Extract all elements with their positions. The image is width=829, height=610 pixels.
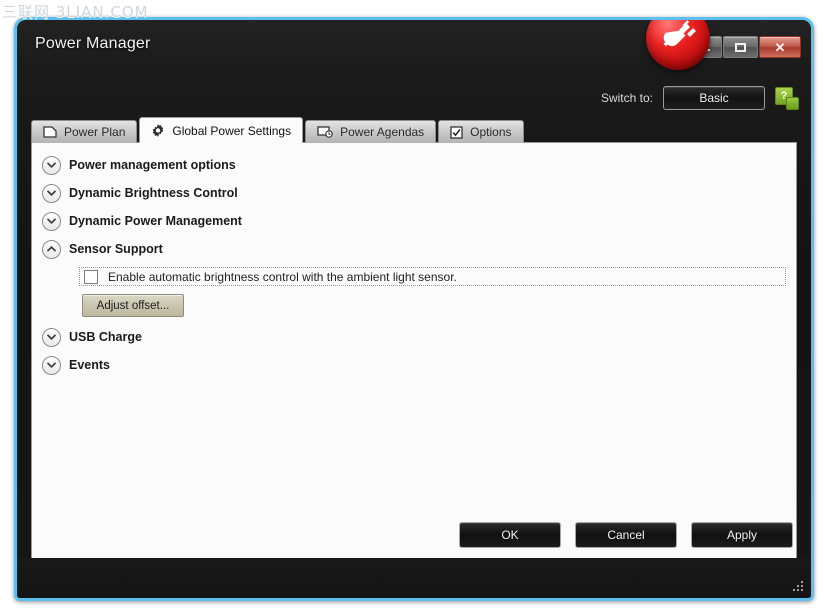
window-inner: Power Manager ✕ Switch to: Basic ? Power… [17,20,811,598]
apply-button[interactable]: Apply [691,522,793,548]
section-title: Dynamic Power Management [69,214,242,228]
help-icon-small [786,97,799,110]
section-title: Power management options [69,158,236,172]
ok-button[interactable]: OK [459,522,561,548]
tab-power-agendas[interactable]: Power Agendas [305,120,437,143]
chevron-down-icon[interactable] [42,355,61,375]
chevron-down-icon[interactable] [42,327,61,347]
section-header-events[interactable]: Events [32,351,796,379]
chevron-up-icon[interactable] [42,239,61,259]
section-header-dynamic-power-management[interactable]: Dynamic Power Management [32,207,796,235]
maximize-icon [735,42,746,52]
section-title: Events [69,358,110,372]
tab-label: Power Plan [64,125,126,139]
dialog-buttons: OK Cancel Apply [459,522,793,548]
section-header-sensor-support[interactable]: Sensor Support [32,235,796,263]
tab-power-plan[interactable]: Power Plan [31,120,138,143]
enable-auto-brightness-label: Enable automatic brightness control with… [108,269,457,284]
help-question-icon[interactable]: ? [775,87,799,110]
maximize-button[interactable] [723,36,758,58]
watermark: 三联网 3LIAN.COM [2,3,149,21]
section-title: Dynamic Brightness Control [69,186,238,200]
footer-bar: OK Cancel Apply [17,522,811,598]
cancel-button[interactable]: Cancel [575,522,677,548]
section-title: USB Charge [69,330,142,344]
power-manager-window: Power Manager ✕ Switch to: Basic ? Power… [14,17,814,601]
section-header-usb-charge[interactable]: USB Charge [32,323,796,351]
tab-strip: Power Plan Global Power Settings Power A… [31,117,811,143]
tab-options[interactable]: Options [438,120,524,143]
adjust-offset-button[interactable]: Adjust offset... [82,294,184,317]
tab-global-power-settings[interactable]: Global Power Settings [139,117,304,143]
close-button[interactable]: ✕ [759,36,801,58]
tab-label: Power Agendas [340,125,425,139]
switch-mode-bar: Switch to: Basic ? [600,86,799,110]
checkbox-icon [450,125,463,139]
tab-label: Global Power Settings [172,123,292,138]
gear-icon [151,123,165,138]
resize-grip-icon[interactable] [792,581,804,593]
settings-content-panel: Power management options Dynamic Brightn… [31,142,797,563]
section-header-dynamic-brightness-control[interactable]: Dynamic Brightness Control [32,179,796,207]
switch-to-label: Switch to: [600,91,653,105]
monitor-clock-icon [317,126,333,138]
screen: 三联网 3LIAN.COM Power Manager ✕ Switch to:… [0,0,829,610]
window-title: Power Manager [35,35,151,52]
enable-auto-brightness-checkbox[interactable] [84,269,98,284]
chevron-down-icon[interactable] [42,211,61,231]
chevron-down-icon[interactable] [42,183,61,203]
switch-mode-button[interactable]: Basic [663,86,765,110]
chevron-down-icon[interactable] [42,155,61,175]
enable-auto-brightness-row[interactable]: Enable automatic brightness control with… [79,267,786,286]
close-icon: ✕ [774,39,786,55]
section-header-power-management-options[interactable]: Power management options [32,151,796,179]
page-icon [43,126,57,138]
sensor-support-panel: Enable automatic brightness control with… [32,263,796,323]
accordion: Power management options Dynamic Brightn… [32,143,796,379]
tab-label: Options [470,125,512,139]
section-title: Sensor Support [69,242,163,256]
